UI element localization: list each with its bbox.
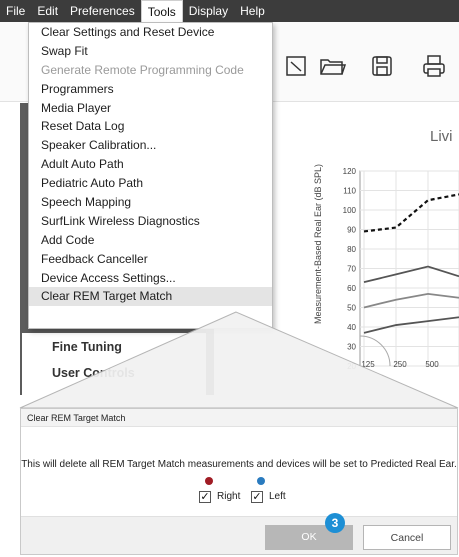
tools-menu-item[interactable]: Clear Settings and Reset Device [29, 23, 272, 42]
cancel-button[interactable]: Cancel [363, 525, 451, 550]
clear-rem-dialog: Clear REM Target Match This will delete … [20, 408, 458, 555]
dialog-message: This will delete all REM Target Match me… [21, 459, 457, 470]
tools-menu-item[interactable]: Device Access Settings... [29, 269, 272, 288]
y-tick-label: 40 [347, 323, 356, 332]
left-ear-option: ✓ Left [249, 477, 319, 517]
y-tick-label: 50 [347, 304, 356, 313]
tools-menu: Clear Settings and Reset Device Swap Fit G… [28, 22, 273, 329]
tools-menu-item: Generate Remote Programming Code [41, 62, 244, 77]
x-tick-label: 250 [393, 360, 407, 369]
right-ear-label: Right [217, 491, 241, 502]
left-ear-dot [257, 477, 265, 485]
y-tick-label: 60 [347, 284, 356, 293]
y-tick-label: 110 [343, 187, 356, 196]
tools-menu-item[interactable]: Pediatric Auto Path [29, 174, 272, 193]
tools-menu-item[interactable]: SurfLink Wireless Diagnostics [29, 212, 272, 231]
y-tick-label: 90 [347, 226, 356, 235]
tools-menu-item[interactable]: Swap Fit [29, 42, 272, 61]
tools-menu-item[interactable]: Adult Auto Path [29, 155, 272, 174]
tools-menu-item[interactable]: Add Code [29, 231, 272, 250]
tools-menu-item[interactable]: Reset Data Log [29, 117, 272, 136]
step-badge: 3 [325, 513, 345, 533]
y-tick-label: 100 [343, 206, 357, 215]
y-tick-label: 30 [347, 343, 356, 352]
y-tick-label: 120 [343, 167, 357, 176]
left-ear-label: Left [269, 491, 286, 502]
dialog-footer: OK Cancel [21, 516, 457, 554]
y-tick-label: 70 [347, 265, 356, 274]
tools-menu-item[interactable]: Programmers [29, 80, 272, 99]
dialog-title: Clear REM Target Match [21, 409, 457, 427]
tools-menu-item[interactable]: Feedback Canceller [29, 250, 272, 269]
tools-menu-item[interactable]: Clear REM Target Match [29, 287, 272, 307]
tools-menu-item[interactable]: Speech Mapping [29, 193, 272, 212]
tools-menu-item[interactable]: Media Player [29, 99, 272, 118]
left-ear-checkbox[interactable]: ✓ [251, 491, 263, 503]
x-tick-label: 125 [361, 360, 375, 369]
y-tick-label: 20 [347, 362, 356, 371]
y-tick-label: 80 [347, 245, 356, 254]
right-ear-dot [205, 477, 213, 485]
tools-menu-item[interactable]: Speaker Calibration... [29, 136, 272, 155]
right-ear-checkbox[interactable]: ✓ [199, 491, 211, 503]
x-tick-label: 500 [425, 360, 439, 369]
